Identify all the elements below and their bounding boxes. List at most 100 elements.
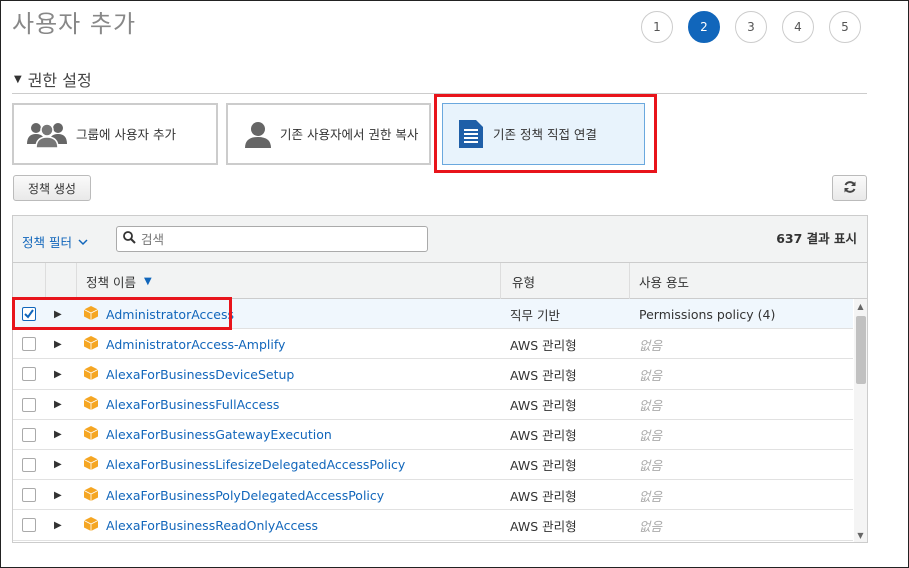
- expand-arrow-icon[interactable]: ▶: [54, 299, 62, 329]
- row-checkbox[interactable]: [22, 397, 36, 412]
- policy-type: AWS 관리형: [510, 367, 577, 383]
- policy-usage: 없음: [639, 518, 663, 534]
- expand-arrow-icon[interactable]: ▶: [54, 359, 62, 389]
- policy-usage: 없음: [639, 428, 663, 444]
- row-checkbox[interactable]: [22, 427, 36, 442]
- policy-name-link[interactable]: AdministratorAccess-Amplify: [106, 337, 285, 352]
- policy-cube-icon: [83, 305, 99, 324]
- vertical-scrollbar[interactable]: ▲ ▼: [854, 299, 867, 542]
- expand-arrow-icon[interactable]: ▶: [54, 450, 62, 480]
- policy-name-link[interactable]: AlexaForBusinessGatewayExecution: [106, 427, 332, 442]
- header-expand-col: [45, 263, 76, 299]
- policy-type: AWS 관리형: [510, 398, 577, 414]
- table-header: 정책 이름 ▼ 유형 사용 용도: [13, 263, 867, 299]
- policy-filter-dropdown[interactable]: 정책 필터: [22, 232, 88, 251]
- user-icon: [244, 120, 272, 148]
- search-field[interactable]: [116, 226, 428, 252]
- refresh-icon: [843, 180, 857, 197]
- policy-usage: 없음: [639, 398, 663, 414]
- search-input[interactable]: [141, 231, 411, 247]
- wizard-steps: 1 2 3 4 5: [641, 11, 861, 43]
- row-checkbox[interactable]: [22, 457, 36, 472]
- table-row[interactable]: ▶ AlexaForBusinessFullAccess AWS 관리형 없음: [13, 390, 853, 420]
- policy-name-link[interactable]: AlexaForBusinessFullAccess: [106, 397, 279, 412]
- expand-arrow-icon[interactable]: ▶: [54, 420, 62, 450]
- header-usage[interactable]: 사용 용도: [629, 263, 867, 299]
- option-copy-from-user[interactable]: 기존 사용자에서 권한 복사: [226, 103, 431, 165]
- refresh-button[interactable]: [832, 175, 867, 201]
- table-row[interactable]: ▶ AlexaForBusinessPolyDelegatedAccessPol…: [13, 480, 853, 511]
- option-attach-existing-policy[interactable]: 기존 정책 직접 연결: [442, 103, 645, 165]
- expand-arrow-icon[interactable]: ▶: [54, 329, 62, 359]
- policy-type: 직무 기반: [510, 307, 560, 323]
- table-row[interactable]: ▶ AdministratorAccess 직무 기반 Permissions …: [13, 299, 853, 330]
- sort-desc-icon: ▼: [143, 275, 152, 287]
- filter-bar: 정책 필터 637 결과 표시: [13, 216, 867, 263]
- table-row[interactable]: ▶ AlexaForBusinessReadOnlyAccess AWS 관리형…: [13, 510, 853, 541]
- section-title: 권한 설정: [27, 71, 92, 90]
- step-3[interactable]: 3: [735, 11, 767, 43]
- header-policy-name[interactable]: 정책 이름 ▼: [76, 263, 500, 299]
- policy-type: AWS 관리형: [510, 428, 577, 444]
- row-checkbox[interactable]: [22, 367, 36, 382]
- policy-cube-icon: [83, 486, 99, 505]
- header-label: 정책 이름: [86, 274, 136, 290]
- row-checkbox[interactable]: [22, 488, 36, 503]
- search-icon: [123, 231, 136, 247]
- policy-cube-icon: [83, 365, 99, 384]
- table-row[interactable]: ▶ AlexaForBusinessDeviceSetup AWS 관리형 없음: [13, 359, 853, 390]
- option-label: 기존 정책 직접 연결: [493, 126, 597, 142]
- policy-cube-icon: [83, 425, 99, 444]
- step-2-active[interactable]: 2: [688, 11, 720, 43]
- scroll-thumb[interactable]: [856, 316, 866, 384]
- row-checkbox[interactable]: [22, 337, 36, 352]
- policy-cube-icon: [83, 516, 99, 535]
- policy-table: 정책 필터 637 결과 표시 정책 이름 ▼ 유형: [12, 215, 868, 543]
- create-policy-button[interactable]: 정책 생성: [13, 175, 91, 201]
- policy-cube-icon: [83, 455, 99, 474]
- chevron-down-icon: [78, 234, 88, 249]
- policy-type: AWS 관리형: [510, 337, 577, 353]
- table-row[interactable]: ▶ AlexaForBusinessGatewayExecution AWS 관…: [13, 420, 853, 450]
- scroll-down-icon[interactable]: ▼: [854, 528, 867, 542]
- filter-label: 정책 필터: [22, 235, 72, 250]
- policy-type: AWS 관리형: [510, 518, 577, 534]
- permissions-section-header[interactable]: ▼ 권한 설정: [14, 67, 92, 91]
- expand-arrow-icon[interactable]: ▶: [54, 510, 62, 540]
- header-type[interactable]: 유형: [500, 263, 629, 299]
- document-icon: [457, 118, 485, 150]
- row-checkbox[interactable]: [22, 518, 36, 533]
- option-add-to-group[interactable]: 그룹에 사용자 추가: [12, 103, 218, 165]
- row-checkbox-checked[interactable]: [22, 307, 36, 321]
- table-row[interactable]: ▶ AlexaForBusinessLifesizeDelegatedAcces…: [13, 450, 853, 481]
- policy-usage: 없음: [639, 337, 663, 353]
- option-label: 기존 사용자에서 권한 복사: [280, 126, 419, 142]
- policy-name-link[interactable]: AlexaForBusinessReadOnlyAccess: [106, 518, 318, 533]
- header-label: 사용 용도: [639, 274, 689, 290]
- table-row[interactable]: ▶ AdministratorAccess-Amplify AWS 관리형 없음: [13, 329, 853, 360]
- step-1[interactable]: 1: [641, 11, 673, 43]
- policy-name-link[interactable]: AlexaForBusinessPolyDelegatedAccessPolic…: [106, 488, 384, 503]
- header-select-col: [13, 263, 45, 299]
- option-label: 그룹에 사용자 추가: [76, 126, 176, 142]
- step-5[interactable]: 5: [829, 11, 861, 43]
- caret-down-icon: ▼: [14, 73, 22, 85]
- step-4[interactable]: 4: [782, 11, 814, 43]
- policy-type: AWS 관리형: [510, 488, 577, 504]
- policy-usage: 없음: [639, 488, 663, 504]
- policy-name-link[interactable]: AlexaForBusinessLifesizeDelegatedAccessP…: [106, 457, 405, 472]
- policy-name-link[interactable]: AlexaForBusinessDeviceSetup: [106, 367, 294, 382]
- header-label: 유형: [512, 274, 536, 290]
- table-body: ▶ AdministratorAccess 직무 기반 Permissions …: [13, 299, 853, 541]
- expand-arrow-icon[interactable]: ▶: [54, 480, 62, 510]
- scroll-up-icon[interactable]: ▲: [854, 299, 867, 313]
- policy-cube-icon: [83, 395, 99, 414]
- policy-name-link[interactable]: AdministratorAccess: [106, 307, 234, 322]
- policy-cube-icon: [83, 335, 99, 354]
- section-divider: [12, 93, 867, 94]
- expand-arrow-icon[interactable]: ▶: [54, 390, 62, 420]
- group-icon: [26, 120, 68, 148]
- policy-usage: 없음: [639, 367, 663, 383]
- policy-usage: Permissions policy (4): [639, 306, 776, 322]
- page-title: 사용자 추가: [12, 10, 137, 38]
